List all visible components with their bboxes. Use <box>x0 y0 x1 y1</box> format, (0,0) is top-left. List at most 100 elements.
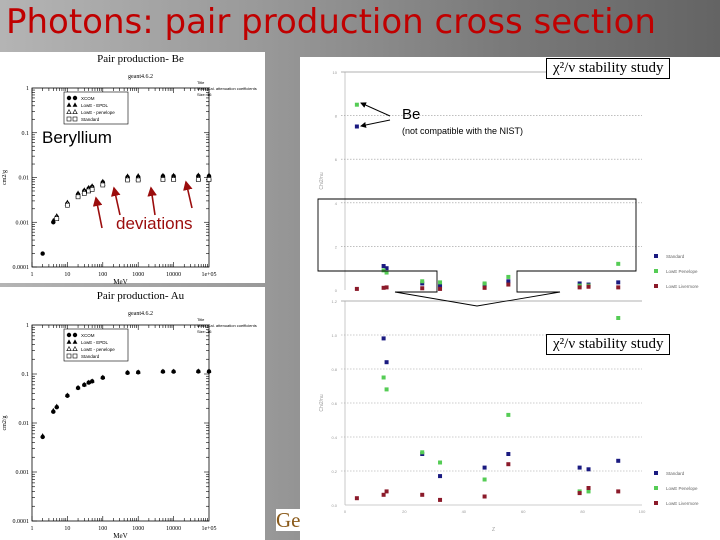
data-point <box>586 284 591 289</box>
data-point <box>384 489 389 494</box>
data-point <box>196 177 201 182</box>
data-point <box>420 279 425 284</box>
x-axis-label: Z <box>492 527 495 533</box>
legend-label: LowE - EPDL <box>81 340 109 345</box>
legend-marker <box>654 501 658 505</box>
chart-subtitle: geant4.6.2 <box>128 311 153 317</box>
data-point <box>354 102 359 107</box>
y-tick-label: 6 <box>335 157 338 162</box>
data-point <box>586 467 591 472</box>
data-point <box>482 281 487 286</box>
legend-label: Standard <box>81 354 100 359</box>
data-point <box>75 194 81 200</box>
legend-marker <box>654 284 658 288</box>
x-tick-label: 100 <box>98 272 107 278</box>
x-tick-label: 10 <box>64 526 70 532</box>
legend-marker <box>66 116 72 122</box>
x-tick-label: 1 <box>31 272 34 278</box>
legend-marker <box>654 471 658 475</box>
data-point <box>577 285 582 290</box>
geant4-logo: Ge <box>276 509 300 531</box>
legend-label: XCOM <box>81 96 95 101</box>
x-tick-label: 10 <box>64 272 70 278</box>
data-point <box>438 460 443 465</box>
x-tick-label: 1 <box>31 526 34 532</box>
y-tick-label: 0.01 <box>19 421 30 427</box>
be-chart: Pair production- Be geant4.6.2 1 10 100 1000 1… <box>2 53 257 286</box>
data-point <box>381 336 386 341</box>
be-chart-panel: Pair production- Be geant4.6.2 1 10 100 1000 1… <box>0 52 265 286</box>
legend-marker <box>72 95 78 101</box>
y-tick-label: 0 <box>335 288 338 293</box>
data-point <box>616 285 621 290</box>
data-point <box>65 202 70 208</box>
x-tick-label: 10000 <box>166 272 181 278</box>
data-point <box>482 494 487 499</box>
data-point <box>54 216 60 222</box>
y-tick-label: 0.2 <box>331 469 337 474</box>
data-point <box>89 187 95 192</box>
corner-text: Size: 16 <box>197 92 212 97</box>
stability-study-box-top: χ²/ν stability study <box>546 58 671 79</box>
legend-marker <box>66 353 72 359</box>
data-point <box>420 286 425 291</box>
y-tick-label: 1.0 <box>331 333 337 338</box>
x-tick-label: 1000 <box>132 272 144 278</box>
x-tick-label: 10000 <box>166 526 181 532</box>
beryllium-label: Beryllium <box>42 128 112 147</box>
deviations-label: deviations <box>116 214 193 233</box>
y-tick-label: 4 <box>335 201 338 206</box>
data-point <box>577 465 582 470</box>
data-point <box>482 285 487 290</box>
data-point <box>171 177 176 182</box>
corner-text: Size: 16 <box>197 329 212 334</box>
legend-label: LowE Livermore <box>666 501 699 506</box>
data-point <box>354 124 359 129</box>
data-point <box>438 286 443 291</box>
corner-text: Title <box>197 80 205 85</box>
y-tick-label: 0.8 <box>331 367 337 372</box>
y-tick-label: 0.0001 <box>13 265 30 271</box>
data-point <box>384 360 389 365</box>
data-point <box>506 452 511 456</box>
chart-title: Pair production- Be <box>97 53 184 65</box>
y-tick-label: 0.1 <box>22 372 30 378</box>
x-tick-label: 40 <box>462 509 467 514</box>
corner-text: Mass Cal. attenuation coefficients <box>197 86 257 91</box>
y-tick-label: 10 <box>333 70 338 75</box>
legend-label: LowE - penelope <box>81 347 115 352</box>
y-tick-label: 0.4 <box>331 435 337 440</box>
y-tick-label: 0.0 <box>331 503 337 508</box>
x-tick-label: 100 <box>639 509 646 514</box>
x-axis-label: MeV <box>113 278 127 286</box>
data-point <box>81 191 87 196</box>
data-point <box>135 177 141 183</box>
y-axis-label: Chi2/nu <box>319 394 325 411</box>
data-point <box>586 486 591 490</box>
au-chart: Pair production- Au geant4.6.2 1 10 100 1000 1… <box>2 290 257 540</box>
data-point <box>40 251 45 256</box>
y-axis-label: Chi2/nu <box>319 172 325 189</box>
legend-label: LowE - penelope <box>81 110 115 115</box>
legend-label: Standard <box>666 254 685 259</box>
be-annotation-note: (not compatible with the NIST) <box>402 126 524 136</box>
data-point <box>384 270 389 275</box>
data-point <box>420 492 425 497</box>
data-point <box>40 433 46 438</box>
legend-marker <box>654 269 658 273</box>
data-point <box>616 261 621 266</box>
y-tick-label: 0.001 <box>16 470 30 476</box>
data-point <box>506 274 511 279</box>
y-tick-label: 0.0001 <box>13 519 30 525</box>
legend-marker <box>66 332 72 338</box>
data-point <box>125 177 130 183</box>
legend-label: LowE Penelope <box>666 269 698 274</box>
data-point <box>384 285 389 290</box>
legend-marker <box>654 254 658 258</box>
data-point <box>420 450 425 455</box>
y-tick-label: 0.001 <box>16 220 30 226</box>
corner-text: Title <box>197 317 205 322</box>
x-tick-label: 80 <box>580 509 585 514</box>
chart-title: Pair production- Au <box>97 290 185 302</box>
legend-marker <box>72 332 78 338</box>
